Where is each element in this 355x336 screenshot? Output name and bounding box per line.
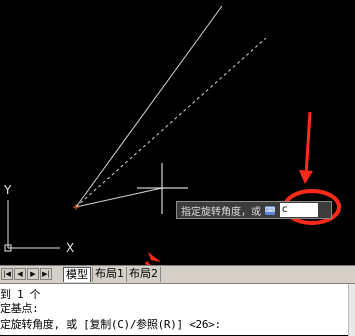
rotation-angle-input[interactable]: c — [280, 203, 318, 217]
annotation-arrow-bottom — [144, 252, 161, 265]
ucs-y-label: Y — [4, 183, 12, 197]
rotated-line[interactable] — [75, 5, 223, 208]
tab-model[interactable]: 模型 — [63, 267, 91, 282]
command-history-line: 定基点: — [0, 302, 39, 315]
rubber-band-line — [75, 187, 163, 208]
prev-tab-button[interactable]: ◀ — [14, 268, 26, 280]
first-tab-button[interactable]: |◀ — [1, 268, 13, 280]
ucs-x-label: X — [66, 241, 75, 255]
drawing-area[interactable] — [0, 0, 355, 265]
command-scrollbar[interactable] — [348, 284, 355, 336]
tab-layout1[interactable]: 布局1 — [92, 267, 127, 282]
keyboard-icon[interactable]: ⌨ — [265, 205, 275, 215]
last-tab-button[interactable]: ▶| — [40, 268, 52, 280]
tooltip-prompt: 指定旋转角度，或 — [181, 206, 261, 218]
tab-layout2[interactable]: 布局2 — [126, 267, 161, 282]
next-tab-button[interactable]: ▶ — [27, 268, 39, 280]
command-window[interactable]: 到 1 个 定基点: 定旋转角度, 或 [复制(C)/参照(R)] <26>: — [0, 283, 355, 336]
command-prompt-line[interactable]: 定旋转角度, 或 [复制(C)/参照(R)] <26>: — [0, 318, 221, 331]
original-line-dashed[interactable] — [75, 37, 267, 208]
command-history-line: 到 1 个 — [0, 288, 41, 301]
layout-tab-bar: |◀ ◀ ▶ ▶| 模型 布局1 布局2 — [0, 265, 355, 283]
dynamic-input-tooltip: 指定旋转角度，或 ⌨ c — [176, 201, 332, 219]
drawing-canvas[interactable]: Y X 指定旋转角度，或 ⌨ c — [0, 0, 355, 265]
annotation-arrow-top — [299, 111, 313, 184]
ucs-icon — [4, 200, 60, 252]
